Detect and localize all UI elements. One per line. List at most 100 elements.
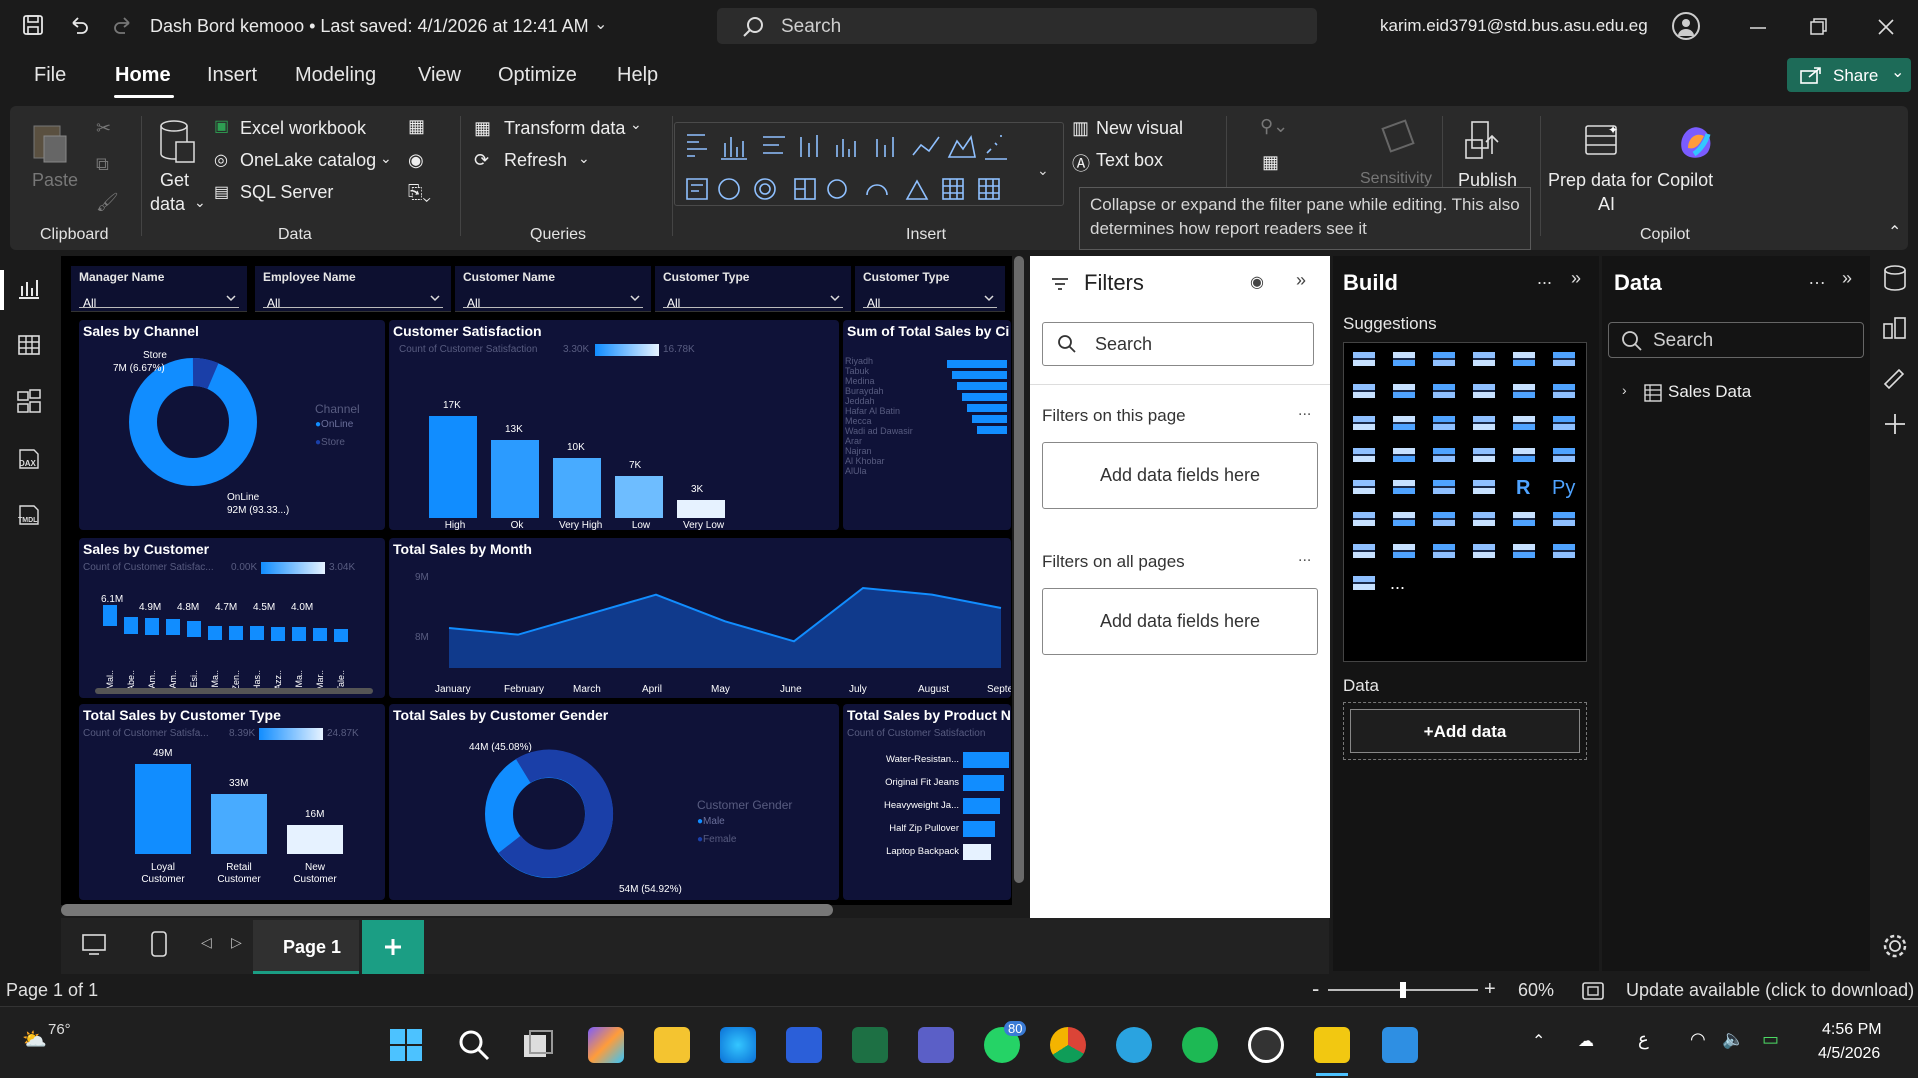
- canvas-horizontal-scrollbar[interactable]: [61, 904, 833, 916]
- add-data-button[interactable]: +Add data: [1350, 709, 1580, 753]
- metrics-visual-icon[interactable]: [1553, 512, 1575, 532]
- sensitivity-button[interactable]: Sensitivity: [1360, 170, 1432, 188]
- add-pane-icon[interactable]: [1881, 410, 1909, 438]
- expand-chevron-icon[interactable]: ›: [1622, 382, 1627, 398]
- sales-by-customer-type-visual[interactable]: Total Sales by Customer Type Count of Cu…: [79, 704, 385, 900]
- teams-icon[interactable]: [918, 1027, 954, 1063]
- prep-data-button-line2[interactable]: AI: [1598, 194, 1615, 215]
- filters-search-box[interactable]: Search: [1042, 322, 1314, 366]
- customer-bar[interactable]: [292, 627, 306, 641]
- spotify-icon[interactable]: [1182, 1027, 1218, 1063]
- paginated-visual-icon[interactable]: [1513, 512, 1535, 532]
- title-search-box[interactable]: Search: [717, 8, 1317, 44]
- zoom-out-icon[interactable]: -: [1312, 976, 1319, 1002]
- sales-by-channel-visual[interactable]: Sales by Channel Store 7M (6.67%) OnLine…: [79, 320, 385, 530]
- line-clustered-visual-icon[interactable]: [1553, 384, 1575, 404]
- menu-file[interactable]: File: [34, 64, 66, 87]
- horizontal-scrollbar[interactable]: [95, 688, 373, 694]
- transform-chevron-icon[interactable]: ⌄: [630, 116, 642, 133]
- slicer-chevron-icon[interactable]: [429, 292, 441, 304]
- dax-query-view-icon[interactable]: DAX: [16, 446, 44, 474]
- channel-donut-chart[interactable]: [127, 356, 259, 488]
- telegram-icon[interactable]: [1116, 1027, 1152, 1063]
- page-filters-more-icon[interactable]: ...: [1298, 402, 1311, 420]
- build-more-icon[interactable]: ...: [1537, 268, 1552, 289]
- get-data-icon[interactable]: [158, 118, 196, 166]
- restore-icon[interactable]: [1808, 14, 1834, 40]
- legend-item-male[interactable]: ●Male: [697, 816, 725, 827]
- wifi-icon[interactable]: ◠: [1690, 1029, 1706, 1050]
- recent-sources-icon[interactable]: ⎘⌄: [408, 182, 431, 203]
- report-canvas[interactable]: Manager Name All Employee Name All Custo…: [61, 256, 1012, 905]
- gender-donut-chart[interactable]: [483, 748, 615, 880]
- save-icon[interactable]: [22, 14, 48, 40]
- menu-optimize[interactable]: Optimize: [498, 64, 577, 87]
- volume-icon[interactable]: 🔈: [1722, 1029, 1744, 1050]
- satisfaction-bar[interactable]: [553, 458, 601, 518]
- build-pane-icon[interactable]: [1881, 314, 1909, 342]
- legend-item-store[interactable]: ●Store: [315, 437, 345, 448]
- customer-bar[interactable]: [208, 626, 222, 640]
- power-apps-visual-icon[interactable]: [1353, 544, 1375, 564]
- visual-gallery[interactable]: ⌄: [674, 122, 1064, 206]
- clustered-bar-visual-icon[interactable]: [1433, 352, 1455, 372]
- customer-bar[interactable]: [187, 621, 201, 637]
- slicer-chevron-icon[interactable]: [829, 292, 841, 304]
- chrome-icon[interactable]: [1050, 1027, 1086, 1063]
- power-bi-icon[interactable]: [1314, 1027, 1350, 1063]
- collapse-build-icon[interactable]: »: [1571, 268, 1581, 289]
- menu-home[interactable]: Home: [115, 64, 171, 87]
- donut-visual-icon[interactable]: [1553, 416, 1575, 436]
- sales-by-city-visual[interactable]: Sum of Total Sales by Ci Riyadh Tabuk Medi…: [843, 320, 1011, 530]
- customer-bar[interactable]: [271, 627, 285, 641]
- paste-icon[interactable]: [30, 120, 70, 164]
- model-view-icon[interactable]: [16, 388, 44, 416]
- satisfaction-bar[interactable]: [491, 440, 539, 518]
- copilot-taskbar-icon[interactable]: [588, 1027, 624, 1063]
- qa-visual-icon[interactable]: [1433, 512, 1455, 532]
- kpi-visual-icon[interactable]: [1353, 480, 1375, 500]
- slicer-visual-icon[interactable]: [1393, 480, 1415, 500]
- onelake-catalog-button[interactable]: OneLake catalog: [240, 150, 376, 171]
- prev-page-icon[interactable]: ◁: [201, 934, 212, 951]
- product-bar[interactable]: [963, 821, 996, 837]
- mobile-layout-icon[interactable]: [149, 930, 169, 958]
- zoom-level[interactable]: 60%: [1518, 980, 1554, 1001]
- sales-by-gender-visual[interactable]: Total Sales by Customer Gender 44M (45.0…: [389, 704, 839, 900]
- 100-bar-visual-icon[interactable]: [1513, 352, 1535, 372]
- settings-gear-icon[interactable]: [1881, 932, 1909, 960]
- taskbar-search-icon[interactable]: [456, 1027, 492, 1063]
- table-sales-data[interactable]: › Sales Data: [1622, 380, 1842, 406]
- task-view-icon[interactable]: [520, 1027, 556, 1063]
- customer-bar[interactable]: [250, 626, 264, 640]
- slicer-customer-type-2[interactable]: Customer Type All: [855, 266, 1005, 312]
- title-chevron-icon[interactable]: ⌄: [594, 14, 607, 34]
- image-visual-icon[interactable]: [1473, 544, 1495, 564]
- enter-data-icon[interactable]: ▦: [408, 116, 425, 137]
- shape-visual-icon[interactable]: [1433, 544, 1455, 564]
- stacked-area-visual-icon[interactable]: [1433, 384, 1455, 404]
- donut-slice-store[interactable]: [192, 358, 219, 390]
- close-icon[interactable]: [1876, 14, 1902, 40]
- product-bar[interactable]: [963, 798, 1000, 814]
- calculator-icon[interactable]: ▦: [1262, 152, 1279, 173]
- customer-bar[interactable]: [124, 617, 138, 635]
- sales-by-product-visual[interactable]: Total Sales by Product N Count of Custom…: [843, 704, 1011, 900]
- city-bar[interactable]: [962, 393, 1007, 401]
- clock-time[interactable]: 4:56 PM: [1822, 1021, 1882, 1039]
- data-more-icon[interactable]: …: [1808, 268, 1826, 289]
- canvas-vertical-scrollbar[interactable]: [1014, 256, 1024, 883]
- customer-type-bar[interactable]: [287, 824, 343, 854]
- power-automate-visual-icon[interactable]: [1393, 544, 1415, 564]
- weather-icon[interactable]: ⛅: [22, 1027, 47, 1052]
- card-visual-icon[interactable]: [1553, 448, 1575, 468]
- city-bar[interactable]: [952, 371, 1007, 379]
- copilot-icon[interactable]: [1674, 120, 1718, 164]
- key-influencers-visual-icon[interactable]: [1353, 512, 1375, 532]
- fit-to-page-icon[interactable]: [1582, 982, 1604, 1000]
- text-box-button[interactable]: Text box: [1096, 150, 1163, 171]
- refresh-chevron-icon[interactable]: ⌄: [578, 150, 590, 167]
- minimize-icon[interactable]: [1748, 14, 1774, 40]
- city-bar[interactable]: [977, 426, 1007, 434]
- custom-2-visual-icon[interactable]: [1553, 544, 1575, 564]
